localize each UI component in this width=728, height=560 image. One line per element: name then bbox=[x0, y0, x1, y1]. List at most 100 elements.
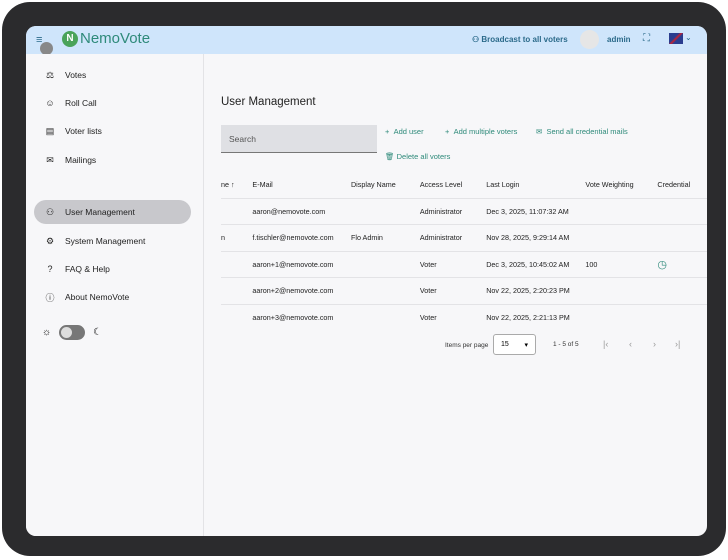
sidebar: ⚖ Votes ☺ Roll Call ▤ Voter lists ✉ Mailings… bbox=[26, 54, 204, 536]
theme-switch: ☼ ☾ bbox=[42, 325, 102, 340]
table-cell: aaron+1@nemovote.com bbox=[252, 250, 351, 278]
column-email[interactable]: E-Mail bbox=[252, 172, 351, 198]
sidebar-item-voter-lists[interactable]: ▤ Voter lists bbox=[34, 119, 191, 143]
table-cell: f.tischler@nemovote.com bbox=[252, 224, 351, 251]
arrow-up-icon: ↑ bbox=[231, 180, 235, 190]
question-icon: ? bbox=[47, 264, 53, 274]
column-display-name[interactable]: Display Name bbox=[351, 172, 420, 198]
table-cell: Administrator bbox=[419, 224, 487, 251]
page-size-value: 15 bbox=[501, 341, 509, 348]
caret-down-icon: ▾ bbox=[524, 342, 528, 349]
table-row[interactable]: n f.tischler@nemovote.com Flo Admin Adminis… bbox=[221, 224, 707, 251]
main-content: User Management Search + Add user + Add … bbox=[205, 54, 707, 536]
moon-icon: ☾ bbox=[93, 327, 103, 338]
table-cell: Nov 22, 2025, 2:20:23 PM bbox=[486, 277, 586, 304]
table-row[interactable]: aaron+3@nemovote.com Voter Nov 22, 2025, 2… bbox=[221, 303, 707, 331]
chevron-down-icon[interactable]: ⌄ bbox=[685, 33, 692, 42]
tablet-frame: ≡ N NemoVote ⚇ Broadcast to all voters ad… bbox=[2, 2, 726, 556]
sidebar-item-mailings[interactable]: ✉ Mailings bbox=[34, 148, 191, 172]
sidebar-item-about[interactable]: ⓘ About NemoVote bbox=[34, 285, 191, 309]
sidebar-item-label: About NemoVote bbox=[65, 292, 130, 302]
table-cell: 100 bbox=[585, 250, 658, 278]
sidebar-item-votes[interactable]: ⚖ Votes bbox=[34, 63, 191, 87]
page-title: User Management bbox=[221, 96, 316, 108]
brand-name: NemoVote bbox=[80, 30, 151, 47]
table-cell bbox=[221, 303, 253, 331]
sidebar-item-label: Roll Call bbox=[65, 98, 97, 108]
column-vote-weighting[interactable]: Vote Weighting bbox=[585, 172, 657, 198]
table-cell bbox=[350, 250, 420, 278]
table-cell bbox=[350, 303, 420, 331]
mail-icon: ✉ bbox=[46, 154, 54, 165]
table-cell bbox=[585, 303, 658, 331]
next-page-icon[interactable]: › bbox=[653, 339, 656, 349]
sidebar-item-label: User Management bbox=[65, 207, 135, 217]
table-cell: Nov 28, 2025, 9:29:14 AM bbox=[486, 224, 586, 251]
gear-icon: ⚙ bbox=[45, 235, 55, 246]
table-cell bbox=[585, 277, 658, 304]
table-row[interactable]: aaron@nemovote.com Administrator Dec 3, 20… bbox=[221, 197, 707, 225]
sidebar-item-system-management[interactable]: ⚙ System Management bbox=[34, 229, 191, 253]
table-cell: Nov 22, 2025, 2:21:13 PM bbox=[486, 303, 586, 331]
users-icon: ⚇ bbox=[45, 206, 55, 217]
users-table: ne ↑ E-Mail Display Name Access Level La… bbox=[221, 172, 707, 331]
info-icon: ⓘ bbox=[45, 292, 55, 303]
fullscreen-icon[interactable]: ⛶ bbox=[643, 33, 650, 44]
flag-uk-icon[interactable] bbox=[669, 33, 683, 44]
last-page-icon[interactable]: ›| bbox=[675, 339, 680, 349]
add-multiple-voters-button[interactable]: + Add multiple voters bbox=[445, 127, 517, 136]
table-cell bbox=[585, 224, 658, 251]
add-multiple-label: Add multiple voters bbox=[453, 127, 518, 136]
table-cell bbox=[221, 197, 253, 225]
user-name[interactable]: admin bbox=[607, 35, 631, 44]
table-cell bbox=[221, 250, 253, 278]
table-cell: Voter bbox=[419, 277, 487, 304]
send-credential-mails-button[interactable]: ✉ Send all credential mails bbox=[536, 127, 628, 136]
table-cell: Flo Admin bbox=[350, 224, 420, 251]
table-cell: n bbox=[221, 224, 253, 251]
column-credential[interactable]: Credential bbox=[657, 172, 707, 198]
table-cell bbox=[657, 224, 707, 251]
search-placeholder: Search bbox=[229, 134, 256, 144]
page-range: 1 - 5 of 5 bbox=[553, 341, 579, 348]
add-user-button[interactable]: + Add user bbox=[385, 127, 424, 136]
sun-icon: ☼ bbox=[42, 327, 52, 338]
avatar[interactable] bbox=[580, 30, 599, 49]
table-cell: Voter bbox=[419, 250, 487, 278]
table-cell bbox=[221, 277, 253, 304]
sidebar-item-roll-call[interactable]: ☺ Roll Call bbox=[34, 91, 191, 115]
table-cell: aaron+3@nemovote.com bbox=[252, 303, 351, 331]
delete-all-voters-button[interactable]: 🗑 Delete all voters bbox=[385, 152, 450, 161]
table-cell bbox=[657, 277, 707, 304]
column-name[interactable]: ne ↑ bbox=[221, 172, 252, 198]
sidebar-item-faq[interactable]: ? FAQ & Help bbox=[34, 257, 191, 281]
table-cell: Dec 3, 2025, 10:45:02 AM bbox=[486, 250, 586, 278]
sidebar-item-label: FAQ & Help bbox=[65, 264, 110, 274]
broadcast-button[interactable]: ⚇ Broadcast to all voters bbox=[472, 35, 568, 44]
first-page-icon[interactable]: |‹ bbox=[603, 339, 608, 349]
sidebar-item-label: System Management bbox=[65, 236, 146, 246]
table-cell bbox=[657, 197, 707, 225]
table-cell: Voter bbox=[419, 303, 487, 331]
sidebar-item-label: Voter lists bbox=[65, 126, 102, 136]
sidebar-item-label: Votes bbox=[65, 70, 87, 80]
page-size-select[interactable]: 15 ▾ bbox=[493, 334, 536, 355]
logo[interactable]: N NemoVote bbox=[62, 30, 150, 47]
sidebar-item-label: Mailings bbox=[65, 155, 97, 165]
items-per-page-label: Items per page bbox=[445, 342, 489, 349]
table-row[interactable]: aaron+1@nemovote.com Voter Dec 3, 2025, 10… bbox=[221, 250, 707, 278]
logo-mark: N bbox=[62, 30, 78, 47]
add-user-label: Add user bbox=[393, 127, 424, 136]
column-access-level[interactable]: Access Level bbox=[420, 172, 486, 198]
table-cell: Administrator bbox=[419, 197, 487, 225]
sidebar-item-user-management[interactable]: ⚇ User Management bbox=[34, 200, 191, 224]
table-cell bbox=[350, 197, 420, 225]
column-label: ne bbox=[221, 180, 229, 190]
prev-page-icon[interactable]: ‹ bbox=[629, 339, 632, 349]
search-input[interactable]: Search bbox=[221, 125, 377, 153]
table-cell: aaron@nemovote.com bbox=[252, 197, 351, 225]
table-cell bbox=[657, 303, 707, 331]
theme-toggle[interactable] bbox=[59, 325, 86, 340]
table-row[interactable]: aaron+2@nemovote.com Voter Nov 22, 2025, 2… bbox=[221, 277, 707, 304]
column-last-login[interactable]: Last Login bbox=[486, 172, 585, 198]
